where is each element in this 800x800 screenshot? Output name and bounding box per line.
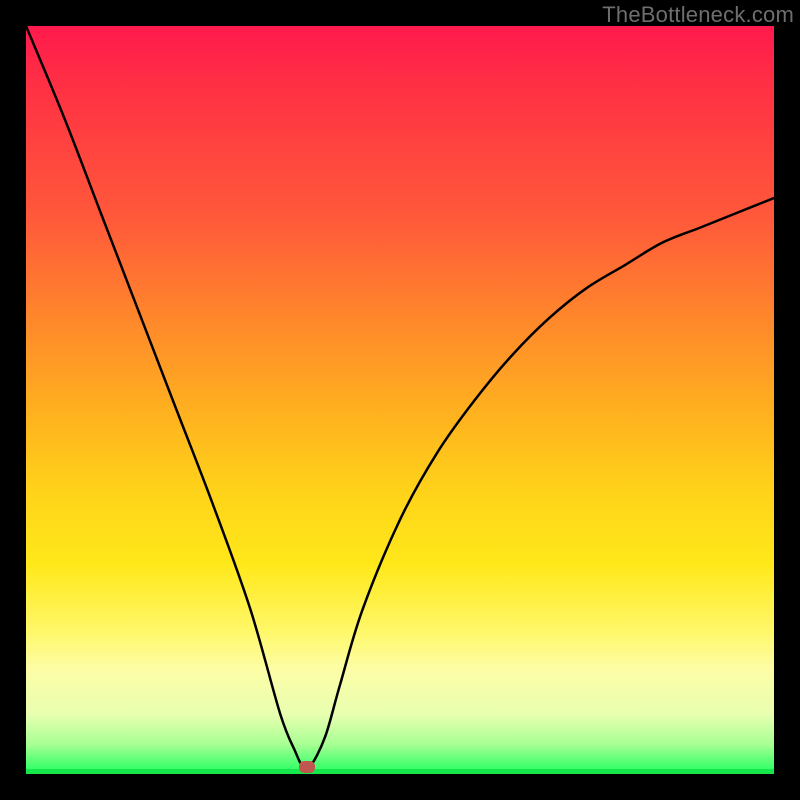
plot-area [26,26,774,774]
watermark-text: TheBottleneck.com [602,2,794,28]
optimum-marker [299,761,315,773]
chart-frame: TheBottleneck.com [0,0,800,800]
bottleneck-curve [26,26,774,774]
